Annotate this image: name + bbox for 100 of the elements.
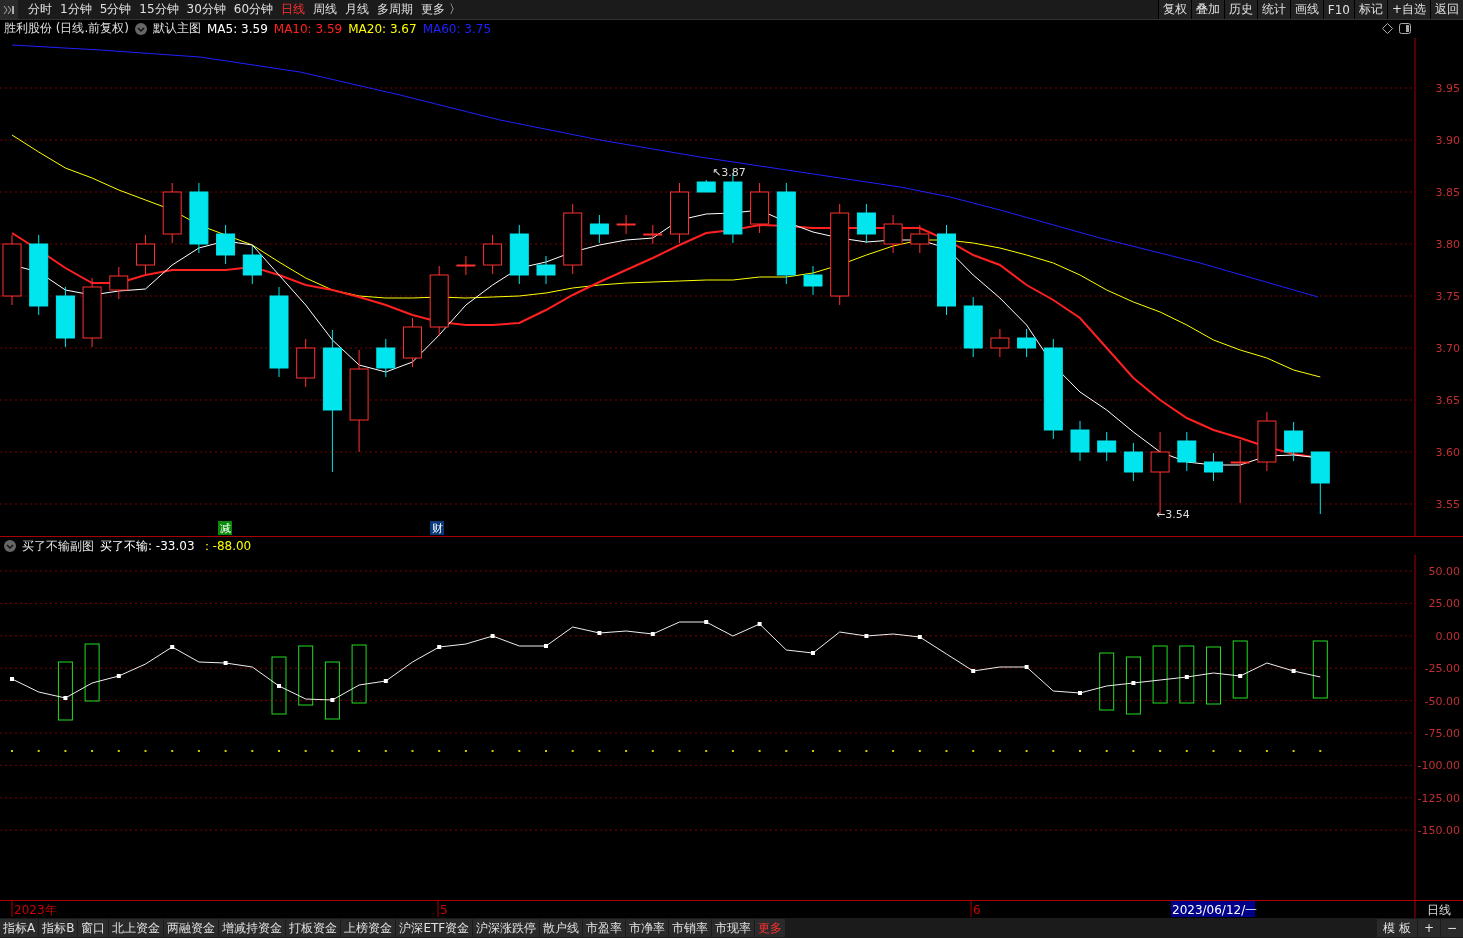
indicator-tab[interactable]: 两融资金 (164, 919, 219, 937)
signal-bar (1099, 652, 1115, 711)
period-tab[interactable]: 多周期 (373, 1, 418, 18)
signal-bar (1312, 640, 1328, 699)
signal-bar (351, 644, 367, 704)
period-tab[interactable]: 5分钟 (95, 1, 136, 18)
indicator-tab[interactable]: 增减持资金 (219, 919, 286, 937)
period-tab[interactable]: 30分钟 (182, 1, 230, 18)
indicator-tab[interactable]: 市盈率 (583, 919, 626, 937)
price-axis-label: 3.80 (1435, 238, 1460, 251)
candlestick (509, 224, 529, 285)
template-button[interactable]: + (1417, 919, 1440, 937)
indicator-tab[interactable]: 市净率 (626, 919, 669, 937)
indicator-axis-label: -125.00 (1417, 792, 1460, 806)
period-tab[interactable]: 1分钟 (56, 1, 96, 18)
toolbar-button[interactable]: 复权 (1157, 0, 1191, 19)
toolbar-button[interactable]: 叠加 (1190, 0, 1224, 19)
template-button[interactable]: − (1440, 919, 1463, 937)
candlestick (82, 277, 102, 348)
indicator-title: 买了不输副图 (22, 537, 94, 555)
candlestick (1070, 420, 1090, 462)
candlestick (1230, 439, 1250, 504)
period-tab[interactable]: 分时 (24, 1, 56, 18)
event-tag[interactable]: 财 (430, 521, 444, 535)
indicator-tab[interactable]: 沪深ETF资金 (396, 919, 473, 937)
candlestick (216, 224, 236, 265)
date-axis-label: 6 (973, 903, 981, 918)
period-tab[interactable]: 月线 (341, 1, 374, 18)
indicator-tab[interactable]: 窗口 (78, 919, 109, 937)
toolbar-button[interactable]: 画线 (1289, 0, 1323, 19)
toolbar-button[interactable]: 历史 (1223, 0, 1257, 19)
dropdown-icon[interactable] (135, 23, 147, 35)
candlestick (189, 182, 209, 254)
indicator-axis-label: -25.00 (1424, 662, 1460, 676)
signal-bar (324, 661, 340, 720)
candlestick (1097, 431, 1117, 462)
period-tab[interactable]: 日线 (277, 1, 310, 18)
signal-bar (271, 656, 287, 715)
date-axis-label: 5 (440, 903, 448, 918)
indicator-tab[interactable]: 市销率 (669, 919, 712, 937)
cursor-date-label: 2023/06/12/一 (1171, 901, 1258, 918)
date-axis-label: 2023年 (14, 903, 57, 918)
indicator-axis-label: 0.00 (1435, 630, 1460, 644)
price-axis-label: 3.65 (1435, 394, 1460, 407)
candlestick (55, 286, 75, 348)
period-tab[interactable]: 更多 〉 (417, 1, 465, 18)
signal-bar (1179, 645, 1195, 704)
candlestick (136, 234, 155, 275)
indicator-tab[interactable]: 指标B (39, 919, 78, 937)
panel-icon[interactable] (1399, 23, 1411, 35)
candlestick (483, 234, 503, 275)
candlestick (109, 266, 129, 300)
toolbar-button[interactable]: 标记 (1353, 0, 1387, 19)
indicator-axis-label: -75.00 (1424, 727, 1460, 741)
price-axis-label: 3.95 (1435, 82, 1460, 95)
period-tab[interactable]: 60分钟 (229, 1, 278, 18)
diamond-icon[interactable] (1382, 23, 1393, 35)
candlestick (963, 296, 983, 358)
indicator-reading: ：-88.00 (200, 537, 252, 555)
indicator-tab[interactable]: 上榜资金 (341, 919, 396, 937)
candlestick (242, 245, 262, 285)
ma-reading: MA20: 3.67 (348, 22, 417, 36)
collapse-icon[interactable] (0, 0, 18, 19)
candlestick (910, 224, 930, 254)
candlestick (643, 224, 663, 245)
period-label: 日线 (1427, 903, 1451, 918)
indicator-tab[interactable]: 散户线 (540, 919, 583, 937)
candlestick (750, 182, 770, 234)
candlestick (1177, 431, 1197, 472)
toolbar-button[interactable]: F10 (1322, 0, 1354, 19)
indicator-axis-label: -150.00 (1417, 824, 1460, 838)
candlestick (1123, 442, 1143, 482)
stock-title: 胜利股份 (日线.前复权) (4, 20, 129, 38)
dropdown-icon[interactable] (4, 540, 16, 553)
event-tag[interactable]: 减 (218, 521, 232, 535)
ma-reading: MA60: 3.75 (422, 22, 492, 36)
candlestick (1257, 411, 1277, 472)
candlestick (456, 255, 476, 276)
template-label: 默认主图 (153, 20, 201, 38)
price-axis-label: 3.70 (1435, 342, 1460, 355)
indicator-tab[interactable]: 指标A (0, 919, 39, 937)
indicator-tab[interactable]: 沪深涨跌停 (473, 919, 540, 937)
period-tab[interactable]: 周线 (309, 1, 342, 18)
toolbar-button[interactable]: 统计 (1256, 0, 1290, 19)
toolbar-button[interactable]: 返回 (1430, 0, 1463, 19)
indicator-tab[interactable]: 北上资金 (109, 919, 164, 937)
indicator-tab[interactable]: 市现率 (712, 919, 755, 937)
signal-bar (1232, 640, 1248, 699)
toolbar-button[interactable]: +自选 (1386, 0, 1430, 19)
ma-reading: MA5: 3.59 (207, 22, 268, 36)
price-axis-label: 3.55 (1435, 498, 1460, 511)
signal-bar (298, 645, 314, 706)
indicator-tab[interactable]: 更多 (755, 919, 786, 937)
indicator-axis-label: -100.00 (1417, 759, 1460, 773)
indicator-tab[interactable]: 打板资金 (286, 919, 341, 937)
template-button[interactable]: 模 板 (1377, 919, 1417, 937)
period-tab[interactable]: 15分钟 (135, 1, 183, 18)
candlestick (696, 179, 716, 193)
price-axis-label: 3.75 (1435, 290, 1460, 303)
candlestick (803, 265, 823, 296)
